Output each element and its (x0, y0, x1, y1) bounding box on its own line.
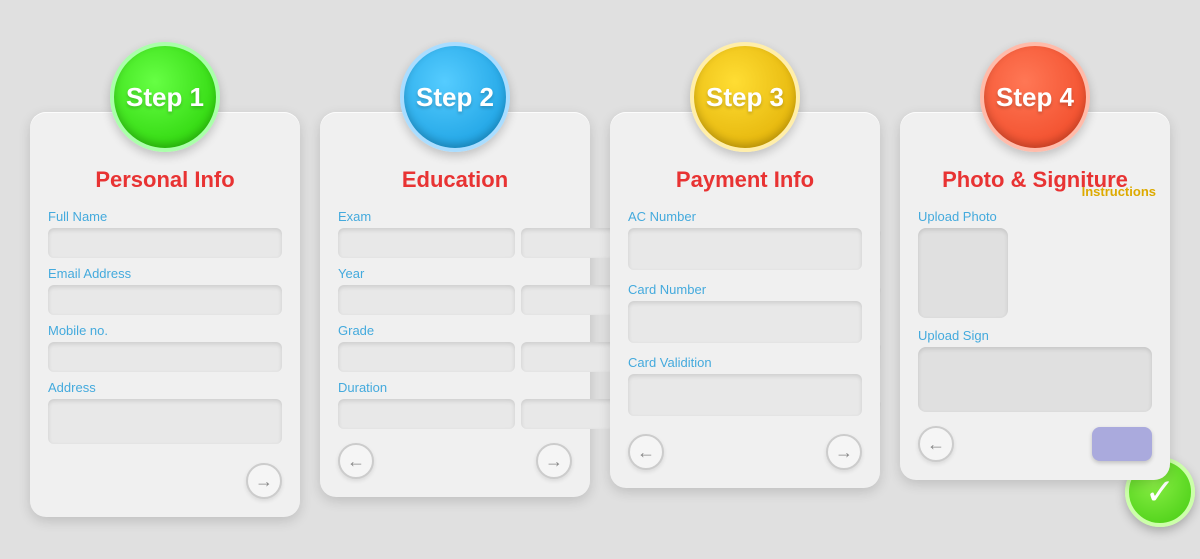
grade-label: Grade (338, 323, 572, 338)
ac-number-input[interactable] (628, 228, 862, 270)
mobile-label: Mobile no. (48, 323, 282, 338)
email-label: Email Address (48, 266, 282, 281)
payment-nav: ← → (628, 434, 862, 470)
step3-circle: Step 3 (690, 42, 800, 152)
main-container: Step 1 Step 2 Step 3 Step 4 Personal Inf… (20, 42, 1180, 517)
education-next-button[interactable]: → (536, 443, 572, 479)
mobile-input[interactable] (48, 342, 282, 372)
ac-number-label: AC Number (628, 209, 862, 224)
sign-upload-area[interactable] (918, 347, 1152, 412)
duration-inputs (338, 399, 572, 429)
payment-info-card: Payment Info AC Number Card Number Card … (610, 112, 880, 488)
step3-col: Step 3 (610, 42, 880, 152)
duration-label: Duration (338, 380, 572, 395)
step2-circle: Step 2 (400, 42, 510, 152)
exam-inputs (338, 228, 572, 258)
card-validation-input[interactable] (628, 374, 862, 416)
education-nav: ← → (338, 443, 572, 479)
payment-prev-button[interactable]: ← (628, 434, 664, 470)
personal-info-card: Personal Info Full Name Email Address Mo… (30, 112, 300, 517)
fullname-label: Full Name (48, 209, 282, 224)
personal-info-title: Personal Info (48, 167, 282, 193)
cards-wrapper: Personal Info Full Name Email Address Mo… (20, 112, 1180, 517)
steps-row: Step 1 Step 2 Step 3 Step 4 (20, 42, 1180, 152)
payment-info-title: Payment Info (628, 167, 862, 193)
year-inputs (338, 285, 572, 315)
exam-label: Exam (338, 209, 572, 224)
personal-nav: → (48, 463, 282, 499)
education-card: Education Exam Year Grade (320, 112, 590, 497)
step1-label: Step 1 (126, 82, 204, 113)
card-validation-label: Card Validition (628, 355, 862, 370)
step3-label: Step 3 (706, 82, 784, 113)
year-input-1[interactable] (338, 285, 515, 315)
upload-photo-label: Upload Photo (918, 209, 1152, 224)
step4-label: Step 4 (996, 82, 1074, 113)
personal-next-button[interactable]: → (246, 463, 282, 499)
cards-row: Personal Info Full Name Email Address Mo… (20, 112, 1180, 517)
step2-col: Step 2 (320, 42, 590, 152)
grade-inputs (338, 342, 572, 372)
photo-prev-button[interactable]: ← (918, 426, 954, 462)
upload-sign-label: Upload Sign (918, 328, 1152, 343)
submit-button[interactable] (1092, 427, 1152, 461)
instructions-text: Instructions (1082, 184, 1156, 199)
photo-upload-row (918, 228, 1152, 318)
duration-input-1[interactable] (338, 399, 515, 429)
fullname-input[interactable] (48, 228, 282, 258)
education-title: Education (338, 167, 572, 193)
step2-label: Step 2 (416, 82, 494, 113)
step4-col: Step 4 (900, 42, 1170, 152)
card-number-input[interactable] (628, 301, 862, 343)
grade-input-1[interactable] (338, 342, 515, 372)
step1-circle: Step 1 (110, 42, 220, 152)
education-prev-button[interactable]: ← (338, 443, 374, 479)
photo-upload-area[interactable] (918, 228, 1008, 318)
address-label: Address (48, 380, 282, 395)
photo-nav: ← (918, 426, 1152, 462)
year-label: Year (338, 266, 572, 281)
payment-next-button[interactable]: → (826, 434, 862, 470)
address-input[interactable] (48, 399, 282, 444)
step1-col: Step 1 (30, 42, 300, 152)
photo-signature-card: Photo & Signiture Instructions Upload Ph… (900, 112, 1170, 480)
card-number-label: Card Number (628, 282, 862, 297)
email-input[interactable] (48, 285, 282, 315)
step4-circle: Step 4 (980, 42, 1090, 152)
exam-input-1[interactable] (338, 228, 515, 258)
